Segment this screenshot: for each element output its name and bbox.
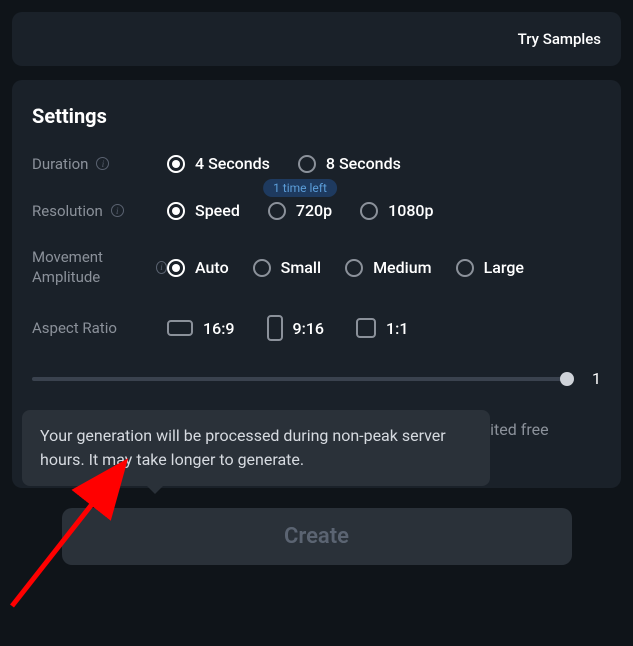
info-icon[interactable]: i: [111, 204, 124, 217]
movement-large-text: Large: [484, 258, 524, 277]
radio-selected-icon: [167, 202, 185, 220]
duration-row: Duration i 4 Seconds 8 Seconds: [32, 154, 601, 173]
radio-selected-icon: [167, 155, 185, 173]
duration-4s-text: 4 Seconds: [195, 154, 270, 173]
movement-medium-option[interactable]: Medium: [345, 258, 432, 277]
movement-label-text: Movement Amplitude: [32, 248, 148, 287]
resolution-720p-text: 720p: [296, 201, 332, 220]
resolution-1080p-text: 1080p: [388, 201, 433, 220]
quantity-slider[interactable]: [32, 377, 567, 381]
movement-row: Movement Amplitude i Auto Small Medium L…: [32, 248, 601, 287]
movement-auto-text: Auto: [195, 258, 229, 277]
time-left-badge: 1 time left: [263, 179, 337, 197]
info-icon[interactable]: i: [96, 157, 109, 170]
aspect-1-1-option[interactable]: 1:1: [356, 318, 408, 338]
resolution-1080p-option[interactable]: 1080p: [360, 201, 433, 220]
radio-icon: [253, 259, 271, 277]
info-icon[interactable]: i: [156, 261, 167, 274]
settings-title: Settings: [32, 104, 601, 128]
slider-row: 1: [32, 369, 601, 388]
resolution-label-text: Resolution: [32, 202, 103, 220]
radio-selected-icon: [167, 259, 185, 277]
aspect-1-1-text: 1:1: [386, 319, 408, 338]
radio-icon: [360, 202, 378, 220]
resolution-label: Resolution i: [32, 202, 167, 220]
radio-icon: [298, 155, 316, 173]
duration-8s-text: 8 Seconds: [326, 154, 401, 173]
nonpeak-tooltip: Your generation will be processed during…: [22, 410, 490, 486]
aspect-9-16-option[interactable]: 9:16: [267, 315, 325, 341]
try-samples-link[interactable]: Try Samples: [518, 30, 601, 48]
aspect-label: Aspect Ratio: [32, 319, 167, 337]
aspect-row: Aspect Ratio 16:9 9:16 1:1: [32, 315, 601, 341]
duration-4s-option[interactable]: 4 Seconds: [167, 154, 270, 173]
aspect-label-text: Aspect Ratio: [32, 319, 117, 337]
radio-icon: [268, 202, 286, 220]
slider-thumb-icon: [560, 372, 574, 386]
resolution-speed-text: Speed: [195, 201, 240, 220]
movement-medium-text: Medium: [373, 258, 432, 277]
radio-icon: [456, 259, 474, 277]
duration-label: Duration i: [32, 155, 167, 173]
resolution-row: Resolution i Speed 1 time left 720p 1080…: [32, 201, 601, 220]
aspect-9-16-text: 9:16: [293, 319, 325, 338]
aspect-16-9-option[interactable]: 16:9: [167, 319, 235, 338]
movement-large-option[interactable]: Large: [456, 258, 524, 277]
slider-value: 1: [581, 369, 601, 388]
aspect-16-9-text: 16:9: [203, 319, 235, 338]
resolution-speed-option[interactable]: Speed: [167, 201, 240, 220]
aspect-16-9-icon: [167, 320, 193, 336]
duration-8s-option[interactable]: 8 Seconds: [298, 154, 401, 173]
radio-icon: [345, 259, 363, 277]
movement-small-option[interactable]: Small: [253, 258, 321, 277]
resolution-720p-option[interactable]: 1 time left 720p: [268, 201, 332, 220]
create-button[interactable]: Create: [62, 508, 572, 565]
top-panel: Try Samples: [12, 12, 621, 66]
movement-label: Movement Amplitude i: [32, 248, 167, 287]
movement-auto-option[interactable]: Auto: [167, 258, 229, 277]
duration-label-text: Duration: [32, 155, 88, 173]
aspect-1-1-icon: [356, 318, 376, 338]
movement-small-text: Small: [281, 258, 321, 277]
aspect-9-16-icon: [267, 315, 283, 341]
